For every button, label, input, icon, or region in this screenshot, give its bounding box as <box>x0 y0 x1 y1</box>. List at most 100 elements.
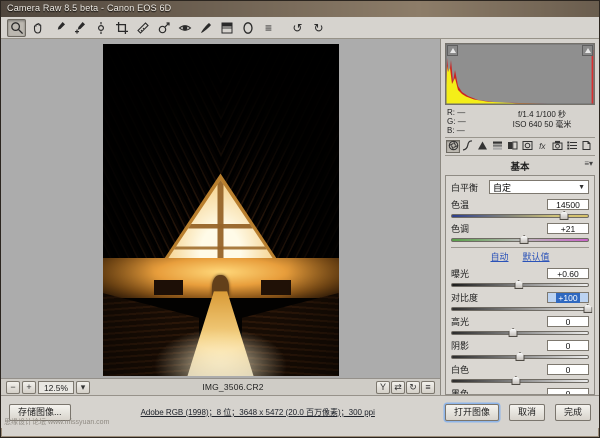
photo-preview[interactable] <box>103 44 339 376</box>
open-image-button[interactable]: 打开图像 <box>445 404 499 421</box>
title-bar[interactable]: Camera Raw 8.5 beta - Canon EOS 6D <box>1 1 599 17</box>
white-balance-select[interactable]: 自定 ▼ <box>489 180 589 194</box>
slider-value-field[interactable]: +100 <box>547 292 589 303</box>
target-icon <box>94 21 108 35</box>
b-label: B: <box>447 126 455 135</box>
default-link[interactable]: 默认值 <box>523 250 550 263</box>
tone-curve-tab[interactable] <box>461 140 475 153</box>
shadow-clipping-toggle[interactable] <box>447 45 458 56</box>
slider-label: 色温 <box>451 198 469 211</box>
basic-tab[interactable] <box>446 140 460 153</box>
targeted-adjustment-tool-button[interactable] <box>91 19 110 37</box>
zoom-in-button[interactable]: + <box>22 381 36 394</box>
slider-track-bar <box>451 307 589 311</box>
color-sampler-tool-button[interactable] <box>70 19 89 37</box>
crop-tool-button[interactable] <box>112 19 131 37</box>
list-icon <box>567 140 578 153</box>
slider-handle[interactable] <box>511 376 520 385</box>
slider-value-field[interactable]: +0.60 <box>547 268 589 279</box>
rotate-right-tool-button[interactable]: ↻ <box>309 19 328 37</box>
adjustment-brush-tool-button[interactable] <box>196 19 215 37</box>
detail-tab[interactable] <box>476 140 490 153</box>
preferences-tool-button[interactable]: ≡ <box>259 19 278 37</box>
white-balance-tool-button[interactable] <box>49 19 68 37</box>
slider-value-field[interactable]: 0 <box>547 388 589 396</box>
before-after-preview-toggle[interactable]: Y <box>376 381 390 394</box>
red-eye-tool-button[interactable] <box>175 19 194 37</box>
rotate-cw-icon: ↻ <box>313 21 323 35</box>
slider-handle[interactable] <box>560 211 569 220</box>
camera-calibration-tab[interactable] <box>550 140 564 153</box>
slider-value-field[interactable]: 0 <box>547 316 589 327</box>
slider-value-field[interactable]: 0 <box>547 340 589 351</box>
b-value: — <box>457 126 465 135</box>
main-area: − + 12.5% ▾ IMG_3506.CR2 Y ⇄ ↻ ≡ <box>1 39 599 395</box>
effects-tab[interactable]: fx <box>535 140 549 153</box>
snapshots-tab[interactable] <box>580 140 594 153</box>
slider-highlights: 高光 0 <box>451 315 589 337</box>
cancel-button[interactable]: 取消 <box>509 404 545 421</box>
spot-removal-tool-button[interactable] <box>154 19 173 37</box>
color-bars-icon <box>492 140 503 153</box>
auto-link[interactable]: 自动 <box>490 250 508 263</box>
zoom-dropdown-button[interactable]: ▾ <box>76 381 90 394</box>
done-button[interactable]: 完成 <box>555 404 591 421</box>
zoom-tool-button[interactable] <box>7 19 26 37</box>
adjustments-sidebar: R: — G: — B: — f/1.4 1/100 秒 ISO 640 50 … <box>441 39 599 395</box>
slider-label: 黑色 <box>451 387 469 396</box>
straighten-tool-button[interactable] <box>133 19 152 37</box>
lens-corrections-tab[interactable] <box>520 140 534 153</box>
radial-filter-tool-button[interactable] <box>238 19 257 37</box>
gradient-icon <box>220 21 234 35</box>
image-canvas[interactable] <box>1 39 440 378</box>
split-toning-tab[interactable] <box>506 140 520 153</box>
slider-label: 高光 <box>451 315 469 328</box>
slider-blacks: 黑色 0 <box>451 387 589 395</box>
slider-track[interactable] <box>451 352 589 361</box>
slider-label: 色调 <box>451 222 469 235</box>
preview-menu-toggle[interactable]: ≡ <box>421 381 435 394</box>
slider-handle[interactable] <box>509 328 518 337</box>
exif-line-1: f/1.4 1/100 秒 <box>491 110 593 120</box>
panel-menu-icon[interactable]: ≡▾ <box>584 159 593 168</box>
presets-tab[interactable] <box>565 140 579 153</box>
hand-icon <box>31 21 45 35</box>
white-balance-value: 自定 <box>493 181 511 194</box>
magnifier-icon <box>10 21 24 35</box>
basic-panel-body: 白平衡 自定 ▼ 色温 14500 色调 +21 <box>445 175 595 395</box>
slider-track[interactable] <box>451 280 589 289</box>
preview-status-bar: − + 12.5% ▾ IMG_3506.CR2 Y ⇄ ↻ ≡ <box>1 378 440 395</box>
rotate-left-tool-button[interactable]: ↺ <box>288 19 307 37</box>
copy-settings-toggle[interactable]: ↻ <box>406 381 420 394</box>
hsl-grayscale-tab[interactable] <box>491 140 505 153</box>
slider-track[interactable] <box>451 211 589 220</box>
slider-track[interactable] <box>451 235 589 244</box>
highlight-clipping-toggle[interactable] <box>582 45 593 56</box>
hand-tool-button[interactable] <box>28 19 47 37</box>
slider-track[interactable] <box>451 304 589 313</box>
zoom-out-button[interactable]: − <box>6 381 20 394</box>
graduated-filter-tool-button[interactable] <box>217 19 236 37</box>
slider-track[interactable] <box>451 376 589 385</box>
watermark-text: 思缘设计论坛 www.missyuan.com <box>4 417 109 427</box>
workflow-options-link[interactable]: Adobe RGB (1998)；8 位；3648 x 5472 (20.0 百… <box>71 407 445 418</box>
slider-handle[interactable] <box>516 352 525 361</box>
rotate-ccw-icon: ↺ <box>292 21 302 35</box>
zoom-level-field[interactable]: 12.5% <box>38 381 74 394</box>
panel-title: 基本 <box>510 162 529 173</box>
slider-track[interactable] <box>451 328 589 337</box>
slider-handle[interactable] <box>514 280 523 289</box>
slider-handle[interactable] <box>520 235 529 244</box>
split-tone-icon <box>507 140 518 153</box>
wb-sliders-host: 色温 14500 色调 +21 <box>451 198 589 244</box>
footer-buttons: 打开图像 取消 完成 <box>445 404 591 421</box>
ruler-icon <box>136 21 150 35</box>
eye-icon <box>178 21 192 35</box>
histogram[interactable] <box>445 43 595 105</box>
tone-sliders-host: 曝光 +0.60 对比度 +100 高光 0 阴影 0 <box>451 267 589 395</box>
slider-value-field[interactable]: 0 <box>547 364 589 375</box>
slider-value-field[interactable]: 14500 <box>547 199 589 210</box>
slider-value-field[interactable]: +21 <box>547 223 589 234</box>
slider-handle[interactable] <box>583 304 592 313</box>
swap-before-after-toggle[interactable]: ⇄ <box>391 381 405 394</box>
